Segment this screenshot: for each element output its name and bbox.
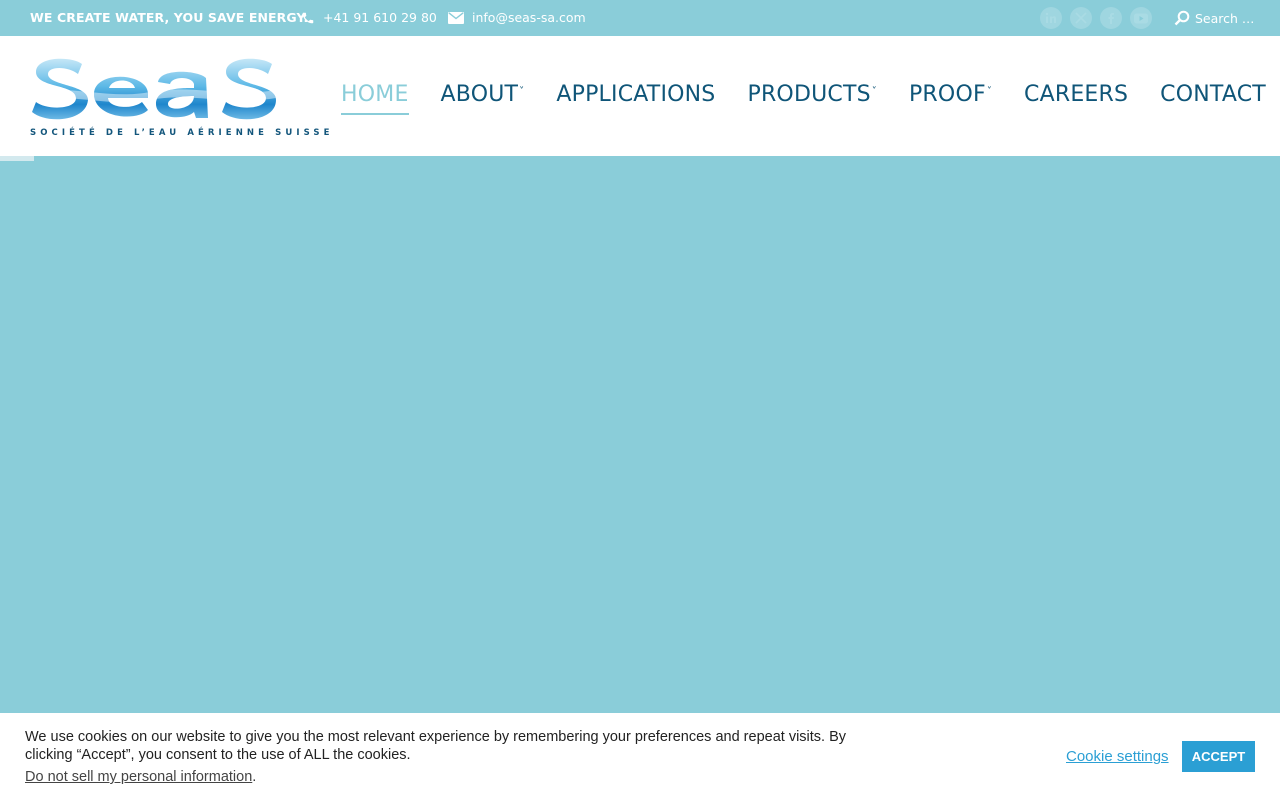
accept-button[interactable]: ACCEPT <box>1182 741 1255 772</box>
nav-proof[interactable]: PROOF ˅ <box>909 82 992 114</box>
chevron-down-icon: ˅ <box>986 86 993 97</box>
nav-home-label: HOME <box>341 82 409 107</box>
x-icon[interactable] <box>1070 7 1092 29</box>
do-not-sell-link[interactable]: Do not sell my personal information <box>25 769 252 785</box>
tagline: WE CREATE WATER, YOU SAVE ENERGY. <box>30 10 309 25</box>
nav-applications-label: APPLICATIONS <box>556 82 716 107</box>
chevron-down-icon: ˅ <box>519 86 525 97</box>
youtube-icon[interactable] <box>1130 7 1152 29</box>
search-placeholder: Search … <box>1195 10 1255 26</box>
nav-about[interactable]: ABOUT ˅ <box>441 82 525 114</box>
nav-careers[interactable]: CAREERS <box>1024 82 1128 114</box>
logo-subtitle: SOCIÉTÉ DE L’EAU AÉRIENNE SUISSE <box>30 128 334 138</box>
facebook-icon[interactable] <box>1100 7 1122 29</box>
email-address: info@seas-sa.com <box>472 10 586 25</box>
cookie-banner: We use cookies on our website to give yo… <box>0 713 1280 800</box>
nav-home[interactable]: HOME <box>341 82 409 115</box>
phone-icon <box>302 12 314 23</box>
nav-contact[interactable]: CONTACT <box>1160 82 1266 114</box>
mail-icon <box>448 11 464 24</box>
cookie-message: We use cookies on our website to give yo… <box>25 729 847 763</box>
site-header: SOCIÉTÉ DE L’EAU AÉRIENNE SUISSE HOME AB… <box>0 36 1280 156</box>
email-link[interactable]: info@seas-sa.com <box>448 10 586 25</box>
nav-proof-label: PROOF <box>908 82 986 107</box>
phone-number: +41 91 610 29 80 <box>323 10 437 25</box>
nav-careers-label: CAREERS <box>1024 82 1129 107</box>
search-icon <box>1174 10 1190 26</box>
nav-about-label: ABOUT <box>440 82 519 107</box>
side-tab <box>0 156 34 161</box>
search-box[interactable]: Search … <box>1174 10 1254 26</box>
phone-link[interactable]: +41 91 610 29 80 <box>301 10 437 25</box>
top-bar: WE CREATE WATER, YOU SAVE ENERGY. +41 91… <box>0 0 1280 36</box>
cookie-settings-link[interactable]: Cookie settings <box>1066 748 1169 765</box>
nav-contact-label: CONTACT <box>1160 82 1266 107</box>
chevron-down-icon: ˅ <box>871 86 877 97</box>
nav-products-label: PRODUCTS <box>747 82 871 107</box>
nav-products[interactable]: PRODUCTS ˅ <box>747 82 876 114</box>
main-nav: HOME ABOUT ˅ APPLICATIONS PRODUCTS ˅ PROOF… <box>341 82 1266 115</box>
do-not-sell-line: Do not sell my personal information. <box>25 769 257 785</box>
linkedin-icon[interactable] <box>1040 7 1062 29</box>
social-links <box>1040 7 1152 29</box>
nav-applications[interactable]: APPLICATIONS <box>556 82 715 114</box>
